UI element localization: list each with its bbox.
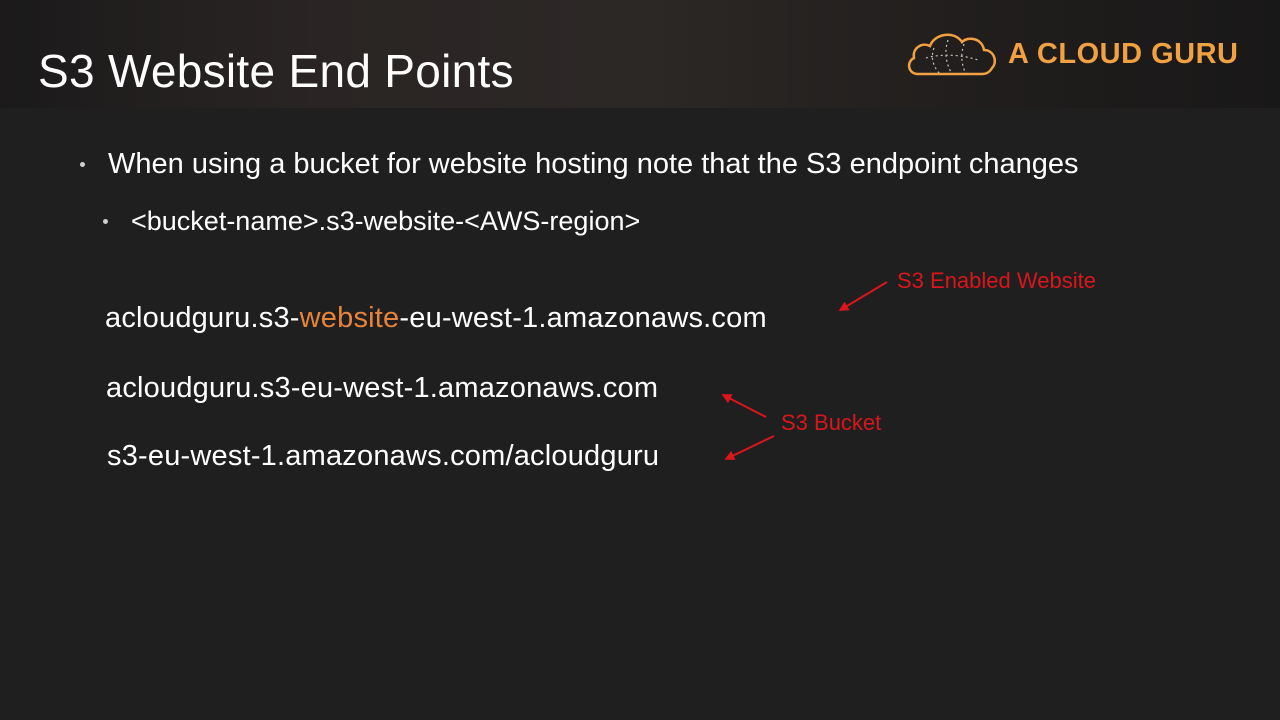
url-prefix: acloudguru.s3- [105, 302, 300, 334]
slide-title: S3 Website End Points [38, 45, 514, 97]
bucket-subdomain-url: acloudguru.s3-eu-west-1.amazonaws.com [106, 372, 659, 404]
arrow-to-bucket-subdomain [721, 394, 767, 418]
cloud-icon [907, 33, 996, 76]
brand-logo: A CLOUD GURU [904, 28, 1244, 80]
bullet-dot [80, 162, 85, 167]
brand-name: A CLOUD GURU [1008, 38, 1239, 70]
bucket-path-url: s3-eu-west-1.amazonaws.com/acloudguru [107, 440, 660, 472]
bullet-endpoint-note: When using a bucket for website hosting … [108, 148, 1079, 180]
url-highlight-website: website [299, 302, 400, 334]
sub-bullet-endpoint-format: <bucket-name>.s3-website-<AWS-region> [131, 206, 641, 236]
website-endpoint-url: acloudguru.s3-website-eu-west-1.amazonaw… [105, 302, 767, 335]
slide-header: S3 Website End Points A CLOUD GURU [0, 0, 1280, 108]
annotation-s3-bucket: S3 Bucket [781, 410, 882, 435]
annotation-s3-enabled-website: S3 Enabled Website [897, 268, 1096, 293]
arrow-to-bucket-path [724, 435, 775, 460]
url-suffix: -eu-west-1.amazonaws.com [399, 302, 767, 334]
sub-bullet-dot [103, 219, 108, 224]
arrow-to-website-url [838, 281, 888, 312]
slide: S3 Website End Points A CLOUD GURU When … [0, 0, 1280, 720]
annotation-arrows [721, 281, 888, 460]
